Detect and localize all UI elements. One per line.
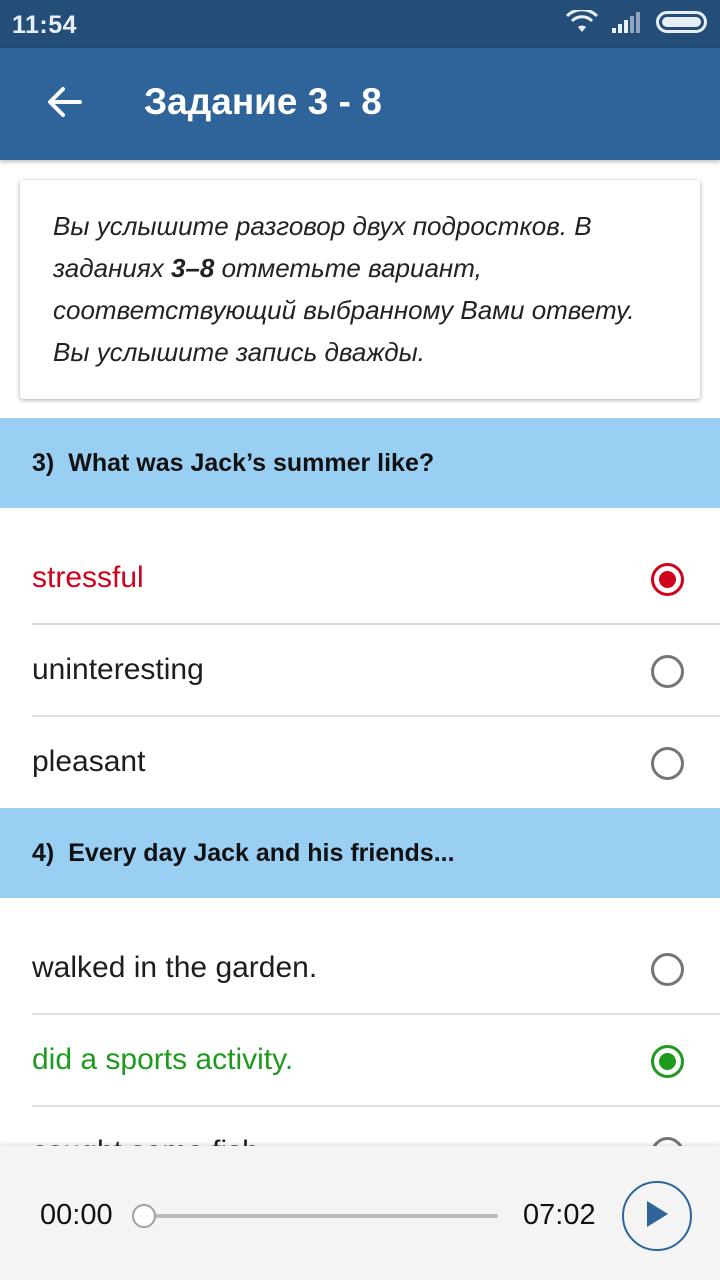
question-header: 3) What was Jack’s summer like?	[0, 418, 720, 508]
instruction-line: соответствующий выбранному Вами ответу.	[53, 295, 635, 325]
status-bar: 11:54	[0, 0, 720, 48]
instruction-line: Вы услышите разговор двух подростков. В	[53, 211, 592, 241]
task-content[interactable]: Вы услышите разговор двух подростков. В …	[0, 160, 720, 1146]
arrow-back-icon	[46, 86, 82, 123]
radio-unselected-icon[interactable]	[651, 655, 684, 688]
option-label: uninteresting	[32, 653, 204, 686]
radio-unselected-icon[interactable]	[651, 747, 684, 780]
play-button[interactable]	[622, 1181, 692, 1251]
task-range: 3–8	[170, 253, 215, 283]
app-bar: Задание 3 - 8	[0, 48, 720, 160]
question-header: 4) Every day Jack and his friends...	[0, 808, 720, 898]
wifi-icon	[565, 7, 599, 39]
option-label: caught some fish.	[32, 1135, 267, 1146]
back-button[interactable]	[32, 72, 96, 136]
seek-thumb[interactable]	[132, 1204, 156, 1228]
radio-selected-icon[interactable]	[651, 563, 684, 596]
battery-icon	[656, 10, 710, 39]
page-title: Задание 3 - 8	[144, 81, 382, 122]
seek-bar[interactable]	[144, 1214, 498, 1218]
audio-player: 00:00 07:02	[0, 1146, 720, 1280]
answer-option[interactable]: pleasant	[0, 717, 720, 809]
answer-option[interactable]: walked in the garden.	[0, 923, 720, 1015]
total-time: 07:02	[523, 1199, 596, 1231]
answer-option[interactable]: did a sports activity.	[0, 1015, 720, 1107]
current-time: 00:00	[40, 1199, 113, 1231]
answer-option[interactable]: uninteresting	[0, 625, 720, 717]
option-label: walked in the garden.	[32, 951, 318, 984]
question-text: Every day Jack and his friends...	[68, 838, 455, 867]
status-icons	[565, 7, 710, 39]
question-number: 3)	[32, 448, 55, 477]
play-icon	[644, 1199, 670, 1234]
option-label: stressful	[32, 561, 144, 594]
answer-option[interactable]: caught some fish.	[0, 1107, 720, 1146]
instruction-card: Вы услышите разговор двух подростков. В …	[20, 180, 700, 399]
signal-icon	[612, 11, 642, 38]
radio-selected-icon[interactable]	[651, 1045, 684, 1078]
radio-unselected-icon[interactable]	[651, 953, 684, 986]
instruction-line: заданиях 3–8 отметьте вариант,	[53, 253, 482, 283]
radio-unselected-icon[interactable]	[651, 1137, 684, 1146]
instruction-line: Вы услышите запись дважды.	[53, 337, 425, 367]
option-label: did a sports activity.	[32, 1043, 294, 1076]
answer-option[interactable]: stressful	[0, 533, 720, 625]
option-label: pleasant	[32, 745, 146, 778]
question-text: What was Jack’s summer like?	[68, 448, 435, 477]
question-number: 4)	[32, 838, 55, 867]
status-time: 11:54	[12, 11, 78, 39]
